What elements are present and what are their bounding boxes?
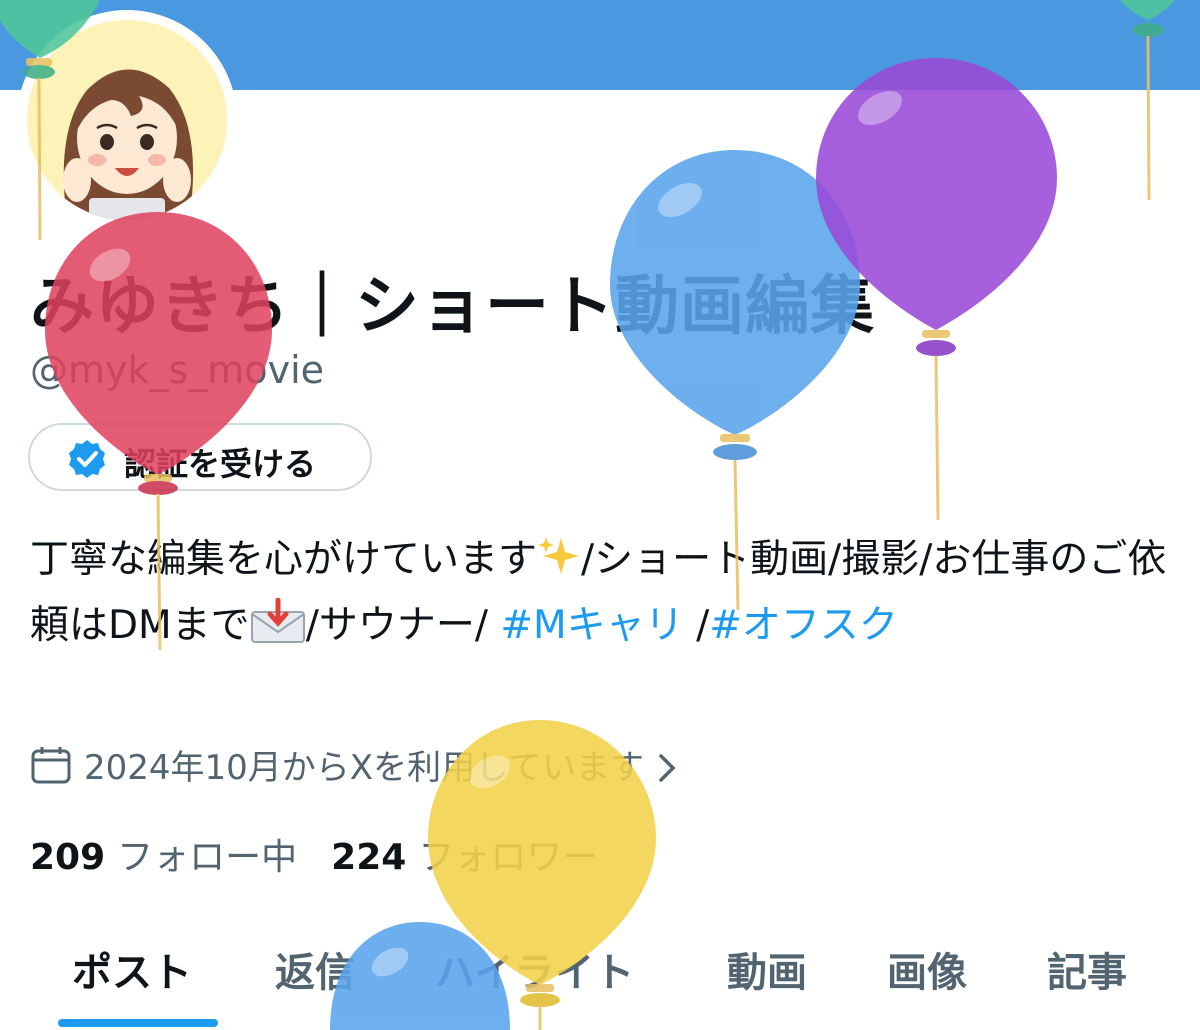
bio-separator: / <box>683 603 710 648</box>
chevron-right-icon <box>658 752 676 792</box>
followers-link[interactable]: 224 フォロワー <box>331 837 598 878</box>
display-name: みゆきち｜ショート動画編集 <box>30 270 875 344</box>
sparkles-icon <box>537 534 581 596</box>
followers-count: 224 <box>331 837 407 878</box>
avatar-illustration <box>27 20 227 220</box>
bio-text: 丁寧な編集を心がけています <box>30 537 538 582</box>
tab-posts[interactable]: ポスト <box>72 940 192 998</box>
bio-text: /サウナー/ <box>305 603 501 648</box>
user-handle: @myk_s_movie <box>30 348 324 392</box>
envelope-icon <box>250 597 306 662</box>
joined-date-text: 2024年10月からXを利用しています <box>84 748 645 788</box>
get-verified-label: 認証を受ける <box>124 445 317 483</box>
hashtag-link[interactable]: #Mキャリ <box>500 603 683 648</box>
followers-label: フォロワー <box>418 837 599 878</box>
following-label: フォロー中 <box>117 837 298 878</box>
profile-bio: 丁寧な編集を心がけています/ショート動画/撮影/お仕事のご依頼はDMまで/サウナ… <box>30 530 1180 662</box>
tab-articles[interactable]: 記事 <box>1047 940 1127 998</box>
profile-avatar[interactable] <box>17 10 237 230</box>
following-link[interactable]: 209 フォロー中 <box>30 837 297 878</box>
calendar-icon <box>30 745 72 794</box>
active-tab-indicator <box>58 1019 218 1027</box>
follow-stats: 209 フォロー中 224 フォロワー <box>30 828 598 880</box>
hashtag-link[interactable]: #オフスク <box>709 603 898 648</box>
tab-videos[interactable]: 動画 <box>727 940 807 998</box>
tab-replies[interactable]: 返信 <box>275 940 355 998</box>
following-count: 209 <box>30 837 106 878</box>
verified-badge-icon <box>66 438 108 484</box>
joined-date-row[interactable]: 2024年10月からXを利用しています <box>30 740 676 794</box>
profile-tabs: ポスト 返信 ハイライト 動画 画像 記事 <box>0 930 1200 1030</box>
tab-highlights[interactable]: ハイライト <box>435 940 634 998</box>
get-verified-button[interactable]: 認証を受ける <box>28 423 372 491</box>
tab-images[interactable]: 画像 <box>887 940 967 998</box>
